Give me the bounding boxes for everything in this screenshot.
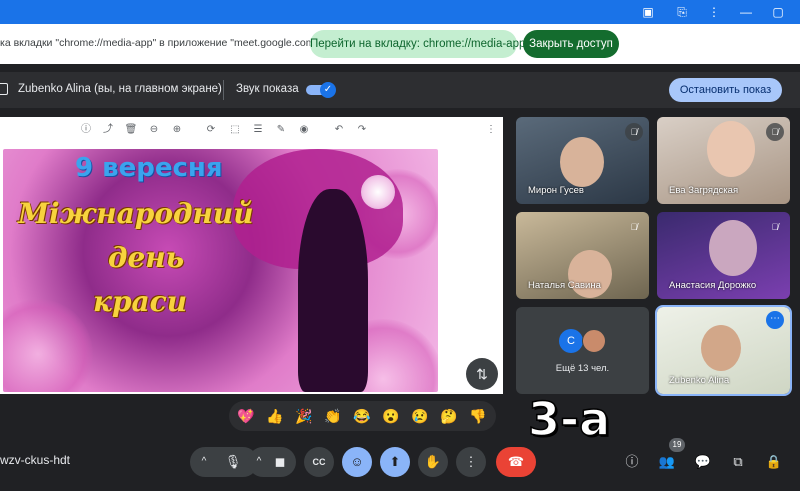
mic-off-icon: 🎙̸ <box>766 123 784 141</box>
reactions-bar: 💖 👍 🎉 👏 😂 😮 😢 🤔 👎 <box>229 401 496 431</box>
minimize-button[interactable]: — <box>738 4 754 20</box>
zoom-out-icon[interactable]: ⊖ <box>147 123 161 137</box>
info-icon[interactable]: ⓘ <box>79 123 93 137</box>
tile-menu-button[interactable]: ⋯ <box>766 311 784 329</box>
participant-name: Мирон Гусев <box>528 185 584 196</box>
restore-button[interactable]: ▢ <box>770 4 786 20</box>
slide-image: 9 вересня Міжнародний день краси <box>3 149 438 392</box>
participant-video <box>560 137 604 187</box>
participant-name: Zubenko Alina <box>669 375 730 386</box>
slide-line-3: краси <box>93 285 188 318</box>
thinking-reaction[interactable]: 🤔 <box>440 407 458 425</box>
camera-icon[interactable]: ◼ <box>268 447 292 477</box>
slide-line-1: Міжнародний <box>18 197 254 230</box>
window-titlebar: ▣ ⎘ ⋮ — ▢ <box>0 0 800 24</box>
chevron-up-icon[interactable]: ^ <box>196 447 212 477</box>
thumbs-down-reaction[interactable]: 👎 <box>469 407 487 425</box>
info-icon[interactable]: ⓘ <box>621 451 643 473</box>
stop-access-button[interactable]: Закрыть доступ <box>523 30 619 58</box>
share-icon[interactable]: ⤴ <box>101 123 115 137</box>
laugh-reaction[interactable]: 😂 <box>353 407 371 425</box>
undo-icon[interactable]: ↶ <box>332 123 346 137</box>
presenter-label: Zubenko Alina (вы, на главном экране) <box>18 83 222 95</box>
more-options-button[interactable]: ⋮ <box>456 447 486 477</box>
mic-off-icon: 🎙̸ <box>771 222 779 232</box>
swap-layout-button[interactable]: ⇅ <box>466 358 498 390</box>
camera-control[interactable]: ^ ◼ <box>248 447 296 477</box>
flower-hat <box>361 175 395 209</box>
avatar <box>582 329 606 353</box>
share-audio-label: Звук показа <box>236 83 299 95</box>
filter-icon[interactable]: ◉ <box>297 123 311 137</box>
share-message: ка вкладки "chrome://media-app" в прилож… <box>0 37 327 49</box>
translate-icon[interactable]: ⎘ <box>674 4 690 20</box>
thumbs-up-reaction[interactable]: 👍 <box>266 407 284 425</box>
more-participants-label: Ещё 13 чел. <box>555 363 610 374</box>
sad-reaction[interactable]: 😢 <box>411 407 429 425</box>
crop-icon[interactable]: ⬚ <box>228 123 242 137</box>
participant-tile[interactable]: 🎙̸ Анастасия Дорожко <box>657 212 790 299</box>
avatar: С <box>559 329 583 353</box>
slide-title: 9 вересня <box>75 153 223 183</box>
raise-hand-button[interactable]: ✋ <box>418 447 448 477</box>
present-button[interactable]: ⬆ <box>380 447 410 477</box>
mic-off-icon: 🎙̸ <box>625 123 643 141</box>
delete-icon[interactable]: 🗑 <box>124 123 138 137</box>
clap-reaction[interactable]: 👏 <box>324 407 342 425</box>
self-tile[interactable]: ⋯ Zubenko Alina <box>655 305 792 396</box>
people-icon[interactable]: 👥 <box>656 451 678 473</box>
meeting-code: wzv-ckus-hdt <box>0 453 71 467</box>
woman-silhouette <box>298 189 368 392</box>
participant-video <box>709 220 757 276</box>
share-notification-bar: ка вкладки "chrome://media-app" в прилож… <box>0 24 800 64</box>
slide-line-2: день <box>108 241 185 274</box>
chat-icon[interactable]: 💬 <box>692 451 714 473</box>
more-vert-icon[interactable]: ⋮ <box>484 123 498 137</box>
overlay-caption: 3-а <box>527 391 611 447</box>
checkbox-icon <box>0 83 8 95</box>
participant-tile[interactable]: 🎙̸ Наталья Савина <box>516 212 649 299</box>
chevron-up-icon[interactable]: ^ <box>252 447 266 477</box>
host-controls-icon[interactable]: 🔒 <box>763 451 785 473</box>
participant-name: Ева Загрядская <box>669 185 739 196</box>
people-count-badge: 19 <box>669 438 685 452</box>
participant-tile[interactable]: 🎙̸ Ева Загрядская <box>657 117 790 204</box>
flower-decoration <box>3 299 93 392</box>
zoom-in-icon[interactable]: ⊕ <box>170 123 184 137</box>
party-reaction[interactable]: 🎉 <box>295 407 313 425</box>
heart-reaction[interactable]: 💖 <box>237 407 255 425</box>
mic-icon[interactable]: 🎙 <box>216 447 250 477</box>
presentation-panel: ⓘ ⤴ 🗑 ⊖ ⊕ ⟳ ⬚ ☰ ✎ ◉ ↶ ↷ ⋮ 9 вересня Міжн… <box>0 117 503 394</box>
divider <box>223 80 224 100</box>
share-audio-toggle[interactable]: ✓ <box>306 82 336 98</box>
goto-tab-button[interactable]: Перейти на вкладку: chrome://media-app <box>310 30 525 58</box>
redo-icon[interactable]: ↷ <box>355 123 369 137</box>
activities-icon[interactable]: ⧉ <box>727 451 749 473</box>
mic-off-icon: 🎙̸ <box>630 222 638 232</box>
participant-name: Наталья Савина <box>528 280 601 291</box>
cast-icon[interactable]: ▣ <box>640 4 656 20</box>
leave-call-button[interactable]: ☎ <box>496 447 536 477</box>
rotate-icon[interactable]: ⟳ <box>204 123 218 137</box>
adjust-icon[interactable]: ☰ <box>251 123 265 137</box>
menu-icon[interactable]: ⋮ <box>706 4 722 20</box>
check-icon: ✓ <box>320 82 336 98</box>
stop-presenting-button[interactable]: Остановить показ <box>669 78 782 102</box>
annotate-icon[interactable]: ✎ <box>274 123 288 137</box>
image-viewer-toolbar: ⓘ ⤴ 🗑 ⊖ ⊕ ⟳ ⬚ ☰ ✎ ◉ ↶ ↷ ⋮ <box>0 117 503 143</box>
more-participants-tile[interactable]: С Ещё 13 чел. <box>516 307 649 394</box>
participant-video <box>707 121 755 177</box>
participant-tile[interactable]: 🎙̸ Мирон Гусев <box>516 117 649 204</box>
participant-video <box>701 325 741 371</box>
emoji-button[interactable]: ☺ <box>342 447 372 477</box>
participant-name: Анастасия Дорожко <box>669 280 757 291</box>
surprised-reaction[interactable]: 😮 <box>382 407 400 425</box>
captions-button[interactable]: CC <box>304 447 334 477</box>
